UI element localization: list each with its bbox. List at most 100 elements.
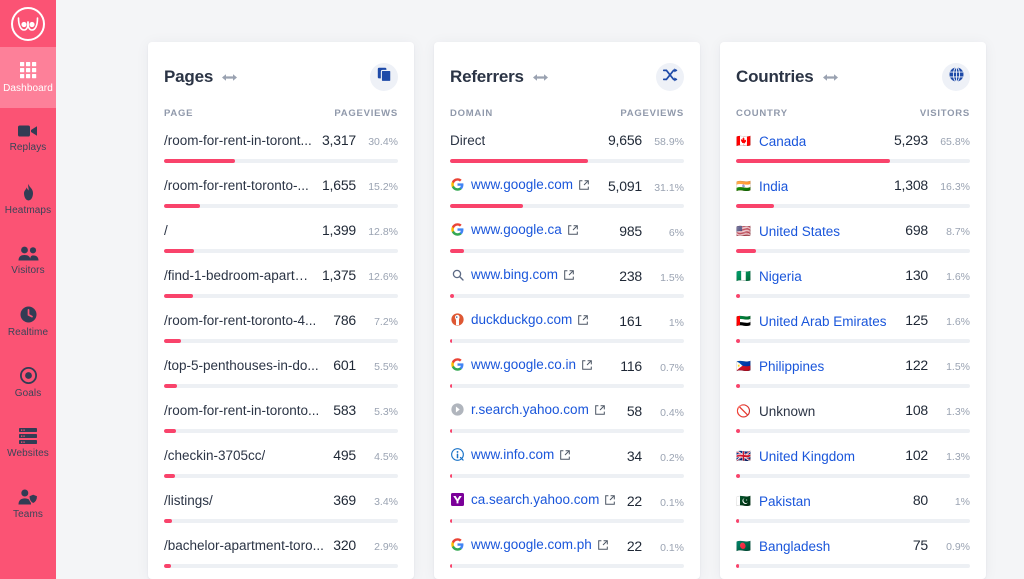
progress-bar-track: [736, 519, 970, 523]
column-header-label: COUNTRY: [736, 108, 788, 119]
google-icon: [450, 357, 465, 372]
card-action-button-pages[interactable]: [370, 63, 398, 91]
row-label[interactable]: 🇳🇬 Nigeria: [736, 269, 899, 284]
row-line: 🇺🇸 United States 698 8.7%: [736, 222, 970, 244]
row-percent: 1%: [954, 496, 970, 508]
external-link-icon[interactable]: [579, 179, 590, 190]
row-percent: 0.7%: [660, 362, 684, 374]
row-label[interactable]: r.search.yahoo.com: [450, 402, 621, 417]
row-label-text[interactable]: Pakistan: [759, 494, 811, 509]
row-line: duckduckgo.com 161 1%: [450, 312, 684, 334]
dashboard-panels: Pages PAGE PAGEVIEWS/room-for-rent-in-toro…: [56, 0, 1024, 579]
row-line: 🇨🇦 Canada 5,293 65.8%: [736, 132, 970, 154]
app-logo[interactable]: [0, 0, 56, 47]
row-label[interactable]: 🇺🇸 United States: [736, 224, 899, 239]
row-label[interactable]: 🇨🇦 Canada: [736, 134, 888, 149]
external-link-icon[interactable]: [605, 494, 616, 505]
sidebar-item-replays[interactable]: Replays: [0, 108, 56, 169]
row-label-text[interactable]: Philippines: [759, 359, 824, 374]
row-label-text[interactable]: www.google.com.ph: [471, 537, 592, 552]
row-label-text[interactable]: Canada: [759, 134, 806, 149]
table-row: www.info.com 34 0.2%: [450, 441, 684, 478]
sidebar-item-label: Visitors: [11, 264, 45, 276]
row-label[interactable]: 🇵🇰 Pakistan: [736, 494, 907, 509]
row-line: r.search.yahoo.com 58 0.4%: [450, 402, 684, 424]
row-label-text: /listings/: [164, 493, 213, 508]
card-referrers: Referrers DOMAIN PAGEVIEWS Direct 9,656 58.9%…: [434, 42, 700, 579]
progress-bar-track: [450, 384, 684, 388]
row-label[interactable]: www.google.com: [450, 177, 602, 192]
external-link-icon[interactable]: [582, 359, 593, 370]
table-row: / 1,399 12.8%: [164, 216, 398, 253]
row-line: /room-for-rent-in-toront... 3,317 30.4%: [164, 132, 398, 154]
row-label-text[interactable]: www.google.ca: [471, 222, 562, 237]
resize-horizontal-icon[interactable]: [222, 71, 238, 84]
row-percent: 30.4%: [368, 136, 398, 148]
server-icon: [19, 428, 37, 444]
row-value: 80: [912, 492, 928, 508]
row-label[interactable]: 🇬🇧 United Kingdom: [736, 449, 899, 464]
sidebar-item-heatmaps[interactable]: Heatmaps: [0, 169, 56, 230]
sidebar-item-websites[interactable]: Websites: [0, 413, 56, 474]
external-link-icon[interactable]: [560, 449, 571, 460]
row-label-text[interactable]: duckduckgo.com: [471, 312, 572, 327]
progress-bar-fill: [164, 564, 171, 568]
copy-documents-icon: [377, 67, 392, 87]
row-label-text[interactable]: United Arab Emirates: [759, 314, 887, 329]
row-label-text[interactable]: United Kingdom: [759, 449, 855, 464]
table-row: www.google.com.ph 22 0.1%: [450, 531, 684, 568]
sidebar-item-goals[interactable]: Goals: [0, 352, 56, 413]
flag-icon: 🇬🇧: [736, 449, 751, 463]
row-label-text: /room-for-rent-in-toronto...: [164, 403, 320, 418]
row-label-text[interactable]: ca.search.yahoo.com: [471, 492, 599, 507]
row-label-text[interactable]: Bangladesh: [759, 539, 830, 554]
row-label[interactable]: 🇦🇪 United Arab Emirates: [736, 314, 899, 329]
sidebar-item-dashboard[interactable]: Dashboard: [0, 47, 56, 108]
progress-bar-fill: [736, 429, 740, 433]
row-label-text[interactable]: www.info.com: [471, 447, 554, 462]
external-link-icon[interactable]: [578, 314, 589, 325]
yahoo-icon: [450, 492, 465, 507]
row-label[interactable]: www.google.com.ph: [450, 537, 621, 552]
flag-icon: 🇵🇭: [736, 359, 751, 373]
row-label-text: /room-for-rent-in-toront...: [164, 133, 312, 148]
flag-icon: 🚫: [736, 404, 751, 418]
row-label[interactable]: www.google.co.in: [450, 357, 614, 372]
row-label-text[interactable]: r.search.yahoo.com: [471, 402, 589, 417]
sidebar-item-visitors[interactable]: Visitors: [0, 230, 56, 291]
row-label[interactable]: duckduckgo.com: [450, 312, 613, 327]
resize-horizontal-icon[interactable]: [532, 71, 548, 84]
row-label-text[interactable]: India: [759, 179, 788, 194]
progress-bar-track: [736, 384, 970, 388]
row-label[interactable]: www.google.ca: [450, 222, 613, 237]
sidebar-item-label: Goals: [14, 387, 42, 399]
row-label-text[interactable]: www.google.co.in: [471, 357, 576, 372]
external-link-icon[interactable]: [595, 404, 606, 415]
sidebar-item-realtime[interactable]: Realtime: [0, 291, 56, 352]
row-label-text[interactable]: Nigeria: [759, 269, 802, 284]
progress-bar-fill: [164, 159, 236, 163]
row-label-text[interactable]: United States: [759, 224, 840, 239]
row-label-text[interactable]: www.google.com: [471, 177, 573, 192]
card-title: Pages: [164, 67, 214, 86]
resize-horizontal-icon[interactable]: [822, 71, 838, 84]
row-line: Direct 9,656 58.9%: [450, 132, 684, 154]
external-link-icon[interactable]: [564, 269, 575, 280]
row-label-text[interactable]: www.bing.com: [471, 267, 558, 282]
card-action-button-referrers[interactable]: [656, 63, 684, 91]
sidebar-item-teams[interactable]: Teams: [0, 474, 56, 535]
row-value: 58: [626, 403, 642, 419]
row-label[interactable]: 🇵🇭 Philippines: [736, 359, 899, 374]
row-label[interactable]: 🇧🇩 Bangladesh: [736, 539, 907, 554]
external-link-icon[interactable]: [598, 539, 609, 550]
row-label[interactable]: 🇮🇳 India: [736, 179, 888, 194]
row-value: 22: [626, 538, 642, 554]
card-action-button-countries[interactable]: [942, 63, 970, 91]
row-label[interactable]: ca.search.yahoo.com: [450, 492, 621, 507]
row-value: 1,375: [321, 267, 356, 283]
flag-icon: 🇧🇩: [736, 539, 751, 553]
external-link-icon[interactable]: [568, 224, 579, 235]
row-percent: 58.9%: [654, 136, 684, 148]
row-label[interactable]: www.info.com: [450, 447, 621, 462]
row-label[interactable]: www.bing.com: [450, 267, 613, 282]
